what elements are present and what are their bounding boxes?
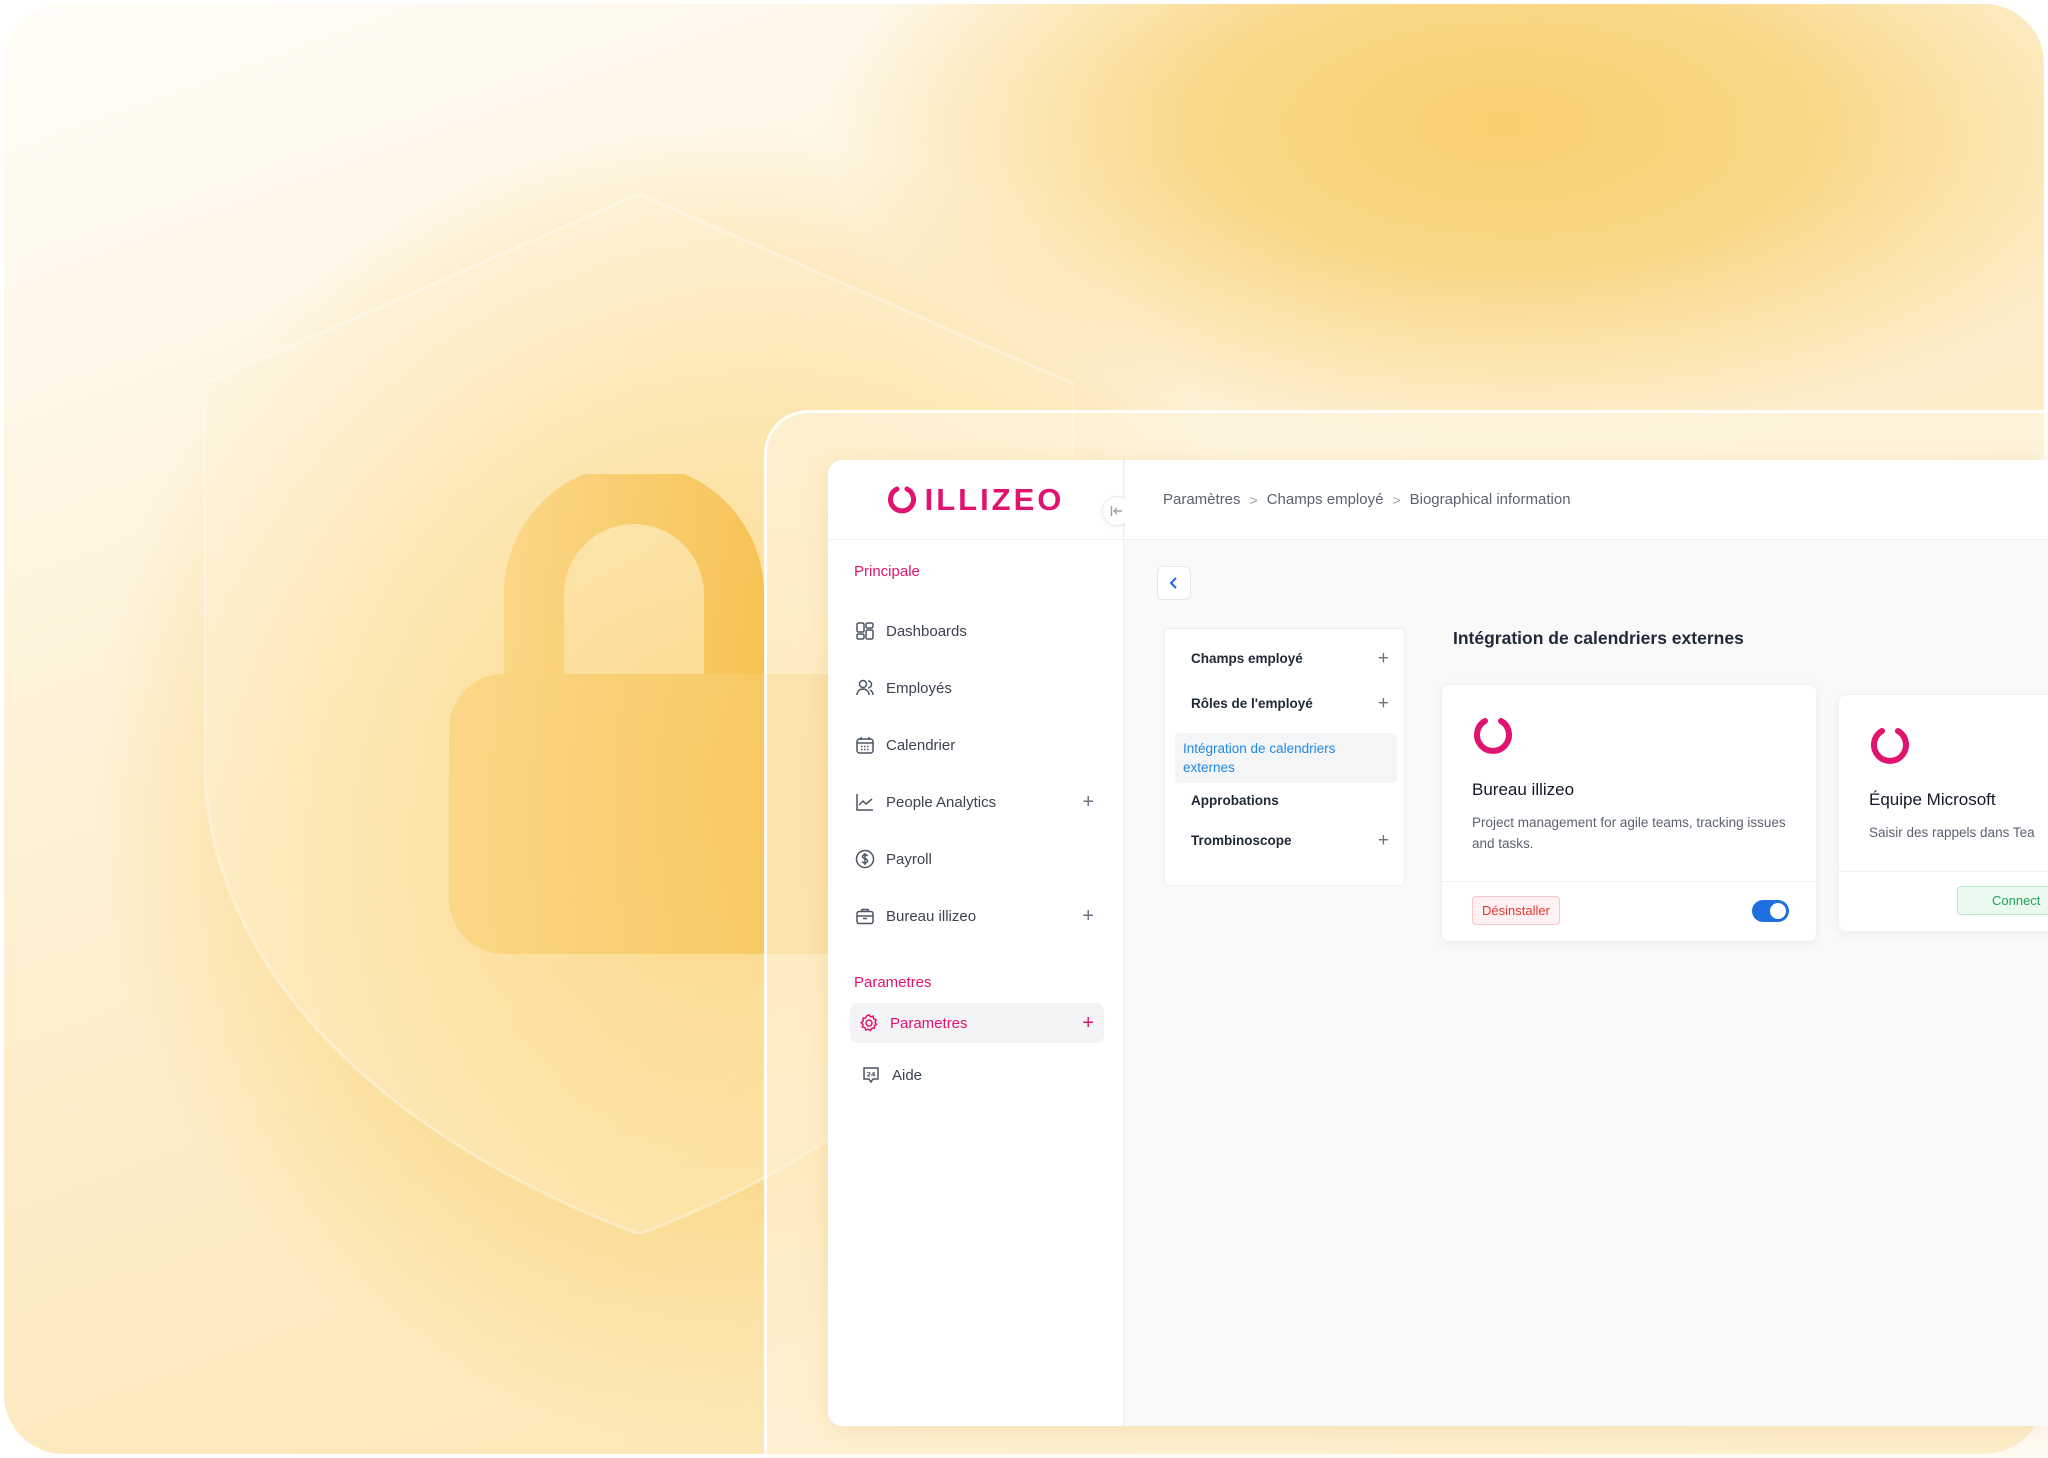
card-description: Project management for agile teams, trac… xyxy=(1472,815,1786,851)
integration-toggle[interactable] xyxy=(1752,900,1789,922)
breadcrumb: Paramètres > Champs employé > Biographic… xyxy=(1125,460,2048,540)
submenu-item-label: Intégration de calendriers externes xyxy=(1183,741,1336,775)
chart-icon xyxy=(854,791,876,813)
breadcrumb-item[interactable]: Champs employé xyxy=(1267,491,1384,508)
calendar-icon xyxy=(854,734,876,756)
illizeo-logo-icon xyxy=(1871,728,1909,764)
expand-plus-icon[interactable]: + xyxy=(1082,791,1094,814)
integration-card-microsoft: Équipe Microsoft Saisir des rappels dans… xyxy=(1838,694,2048,932)
section-title-principale: Principale xyxy=(854,563,920,580)
users-icon xyxy=(854,677,876,699)
submenu-item-label: Champs employé xyxy=(1191,651,1303,666)
sidebar-item-label: Bureau illizeo xyxy=(886,907,977,925)
briefcase-icon xyxy=(854,905,876,927)
gear-icon xyxy=(858,1012,880,1034)
submenu-item-label: Rôles de l'employé xyxy=(1191,696,1313,711)
card-title: Équipe Microsoft xyxy=(1869,790,1996,809)
submenu-item-champs-employe[interactable]: Champs employé + xyxy=(1175,648,1397,669)
expand-plus-icon[interactable]: + xyxy=(1378,648,1389,670)
sidebar-item-bureau-illizeo[interactable]: Bureau illizeo + xyxy=(854,896,1104,936)
sidebar-item-aide[interactable]: 24 Aide xyxy=(860,1055,1110,1095)
card-description: Saisir des rappels dans Tea xyxy=(1869,825,2035,840)
dollar-icon xyxy=(854,848,876,870)
submenu-item-trombinoscope[interactable]: Trombinoscope + xyxy=(1175,830,1397,851)
breadcrumb-item[interactable]: Paramètres xyxy=(1163,491,1241,508)
card-footer: Connect xyxy=(1839,871,2048,933)
sidebar-item-label: Dashboards xyxy=(886,622,967,640)
help-24-icon: 24 xyxy=(860,1064,882,1086)
back-button[interactable] xyxy=(1157,566,1191,600)
sidebar-item-label: Calendrier xyxy=(886,736,956,754)
submenu-item-label: Trombinoscope xyxy=(1191,833,1292,848)
card-footer: Désinstaller xyxy=(1442,881,1816,943)
logo-ring-icon xyxy=(887,486,916,513)
breadcrumb-separator: > xyxy=(1249,491,1258,508)
settings-submenu: Champs employé + Rôles de l'employé + In… xyxy=(1164,628,1405,886)
section-title-parametres: Parametres xyxy=(854,974,932,991)
submenu-item-roles[interactable]: Rôles de l'employé + xyxy=(1175,693,1397,714)
dashboard-icon xyxy=(854,620,876,642)
sidebar-item-payroll[interactable]: Payroll xyxy=(854,839,1104,879)
logo[interactable]: ILLIZEO xyxy=(828,460,1123,540)
sidebar-item-label: People Analytics xyxy=(886,793,997,811)
submenu-item-approbations[interactable]: Approbations xyxy=(1175,793,1397,808)
sidebar-item-parametres[interactable]: Parametres + xyxy=(850,1003,1104,1043)
sidebar-item-dashboards[interactable]: Dashboards xyxy=(854,611,1104,651)
logo-text: ILLIZEO xyxy=(924,481,1065,517)
app-window: ILLIZEO Principale Dashboards Employés C… xyxy=(828,460,2048,1426)
sidebar-item-calendrier[interactable]: Calendrier xyxy=(854,725,1104,765)
sidebar-item-label: Parametres xyxy=(890,1014,968,1032)
expand-plus-icon[interactable]: + xyxy=(1378,693,1389,715)
sidebar-item-label: Aide xyxy=(892,1066,923,1084)
expand-plus-icon[interactable]: + xyxy=(1082,905,1094,928)
breadcrumb-item-current: Biographical information xyxy=(1409,491,1571,508)
integration-card-bureau-illizeo: Bureau illizeo Project management for ag… xyxy=(1441,684,1817,942)
expand-plus-icon[interactable]: + xyxy=(1082,1012,1094,1035)
sidebar-item-label: Payroll xyxy=(886,850,932,868)
expand-plus-icon[interactable]: + xyxy=(1378,830,1389,852)
breadcrumb-separator: > xyxy=(1392,491,1401,508)
sidebar-item-label: Employés xyxy=(886,679,952,697)
sidebar-item-people-analytics[interactable]: People Analytics + xyxy=(854,782,1104,822)
chevron-left-icon xyxy=(1169,577,1177,589)
sidebar: ILLIZEO Principale Dashboards Employés C… xyxy=(828,460,1124,1426)
svg-text:24: 24 xyxy=(866,1071,876,1079)
submenu-item-label: Approbations xyxy=(1191,793,1279,808)
connect-button[interactable]: Connect xyxy=(1957,886,2048,915)
collapse-arrow-icon xyxy=(1110,506,1122,516)
uninstall-button[interactable]: Désinstaller xyxy=(1472,896,1560,925)
submenu-item-integration-calendriers[interactable]: Intégration de calendriers externes xyxy=(1175,733,1397,783)
card-title: Bureau illizeo xyxy=(1472,780,1575,799)
sidebar-item-employes[interactable]: Employés xyxy=(854,668,1104,708)
page-title: Intégration de calendriers externes xyxy=(1453,628,1744,648)
illizeo-logo-icon xyxy=(1474,718,1512,754)
